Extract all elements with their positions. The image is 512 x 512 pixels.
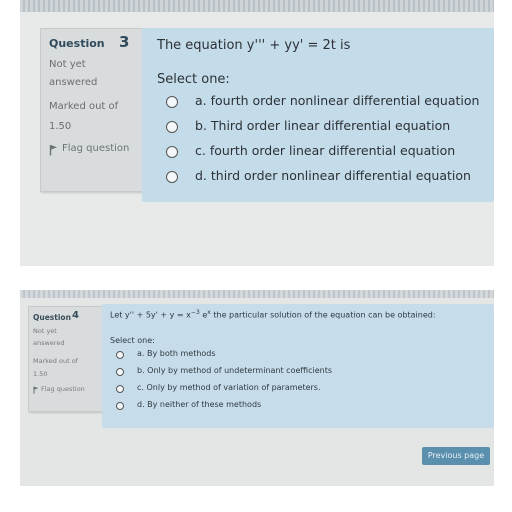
option-d[interactable]: d. By neither of these methods (114, 400, 414, 414)
prompt-exponent: −3 (190, 309, 200, 316)
prompt-rest: the particular solution of the equation … (210, 310, 436, 320)
question-content-panel: Let y'' + 5y' + y = x−3 ex the particula… (102, 304, 494, 428)
status-line-1: Not yet (33, 327, 57, 335)
option-d-label: d. third order nonlinear differential eq… (195, 168, 471, 183)
option-b-label: b. Third order linear differential equat… (195, 118, 451, 133)
option-b[interactable]: b. Third order linear differential equat… (162, 117, 494, 139)
radio-icon[interactable] (116, 368, 124, 376)
question-number: 4 (72, 310, 79, 321)
question-prompt: Let y'' + 5y' + y = x−3 ex the particula… (110, 309, 436, 320)
marks-value: 1.50 (33, 370, 48, 378)
radio-icon[interactable] (166, 96, 178, 108)
radio-icon[interactable] (116, 402, 124, 410)
option-b-label: b. Only by method of undeterminant coeff… (137, 366, 333, 375)
top-banner (20, 0, 494, 12)
top-banner (20, 290, 494, 298)
question-prompt: The equation y''' + yy' = 2t is (157, 38, 351, 53)
flag-icon (49, 145, 57, 156)
question-info-panel: Question 4 Not yet answered Marked out o… (28, 306, 112, 412)
flag-question-label: Flag question (62, 143, 130, 154)
select-one-label: Select one: (110, 336, 155, 345)
previous-page-button[interactable]: Previous page (422, 447, 490, 465)
question-label: Question (33, 313, 71, 322)
option-a-label: a. fourth order nonlinear differential e… (195, 93, 480, 108)
flag-question-link[interactable]: Flag question (32, 385, 108, 395)
flag-icon (33, 386, 39, 394)
option-a[interactable]: a. fourth order nonlinear differential e… (162, 92, 494, 114)
option-b[interactable]: b. Only by method of undeterminant coeff… (114, 366, 414, 380)
option-a[interactable]: a. By both methods (114, 349, 414, 363)
status-line-2: answered (49, 77, 98, 88)
radio-icon[interactable] (116, 351, 124, 359)
option-c[interactable]: c. fourth order linear differential equa… (162, 142, 494, 164)
marked-out-of-label: Marked out of (49, 101, 119, 112)
status-line-1: Not yet (49, 59, 86, 70)
flag-question-link[interactable]: Flag question (47, 143, 157, 157)
option-c-label: c. fourth order linear differential equa… (195, 143, 456, 158)
radio-icon[interactable] (116, 385, 124, 393)
select-one-label: Select one: (157, 72, 230, 87)
flag-question-label: Flag question (41, 385, 85, 393)
status-line-2: answered (33, 339, 65, 347)
question-3-screenshot: Question 3 Not yet answered Marked out o… (20, 0, 494, 266)
marks-value: 1.50 (49, 121, 72, 132)
radio-icon[interactable] (166, 146, 178, 158)
marked-out-of-label: Marked out of (33, 357, 78, 365)
question-label: Question (49, 37, 105, 50)
question-4-screenshot: Question 4 Not yet answered Marked out o… (20, 290, 494, 486)
option-c[interactable]: c. Only by method of variation of parame… (114, 383, 414, 397)
radio-icon[interactable] (166, 171, 178, 183)
option-c-label: c. Only by method of variation of parame… (137, 383, 321, 392)
question-content-panel: The equation y''' + yy' = 2t is Select o… (142, 28, 494, 202)
prompt-lhs: Let y'' + 5y' + y = x (110, 310, 191, 320)
question-number: 3 (119, 33, 130, 51)
option-d-label: d. By neither of these methods (137, 400, 262, 409)
option-a-label: a. By both methods (137, 349, 216, 358)
radio-icon[interactable] (166, 121, 178, 133)
option-d[interactable]: d. third order nonlinear differential eq… (162, 167, 494, 189)
